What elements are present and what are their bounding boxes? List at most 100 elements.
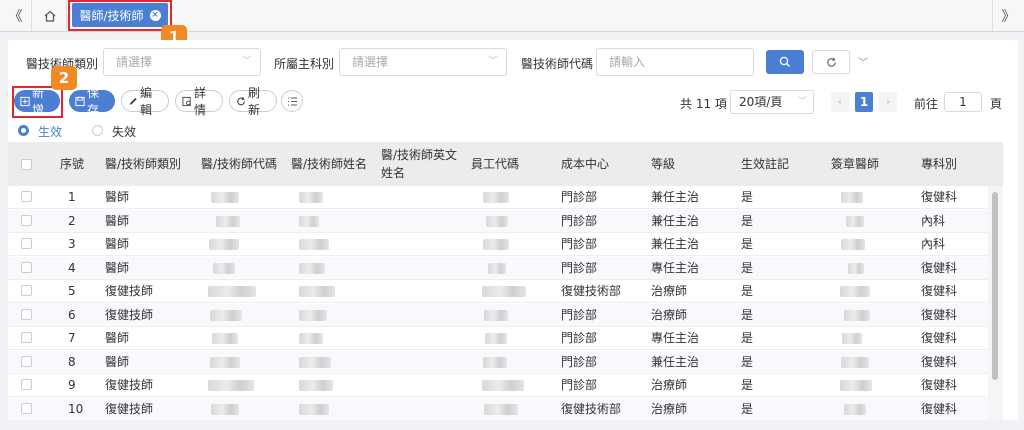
row-checkbox[interactable]	[21, 379, 32, 390]
cell-no: 5	[68, 284, 76, 298]
cell-spec: 復健科	[921, 307, 958, 322]
redacted-value	[486, 215, 508, 227]
redacted-value	[846, 215, 864, 227]
redacted-value	[841, 356, 869, 368]
search-button[interactable]	[766, 50, 804, 74]
dept-filter-placeholder: 請選擇	[352, 55, 389, 69]
cell-level: 兼任主治	[651, 190, 700, 204]
row-checkbox[interactable]	[21, 214, 32, 226]
page-size-select[interactable]: 20項/頁 ﹀	[730, 90, 814, 114]
save-button[interactable]: 保存	[69, 86, 115, 117]
cell-eff: 是	[741, 284, 754, 298]
table-scrollbar[interactable]	[988, 186, 1003, 420]
select-all-checkbox[interactable]	[21, 159, 32, 170]
cell-type: 醫師	[105, 213, 130, 228]
chevron-down-icon: ﹀	[242, 56, 252, 67]
radio-inactive[interactable]	[92, 125, 103, 136]
type-filter-select[interactable]: 請選擇 ﹀	[103, 48, 261, 76]
table-row[interactable]: 6 復健技師 門診部 治療師 是 復健科	[8, 303, 1003, 327]
reset-button[interactable]	[812, 50, 850, 74]
expand-filters-icon[interactable]: ﹀	[858, 54, 868, 69]
detail-button[interactable]: 詳情	[175, 86, 223, 117]
table-row[interactable]: 5 復健技師 復健技術部 治療師 是 復健科	[8, 280, 1003, 303]
radio-inactive-label[interactable]: 失效	[112, 123, 136, 140]
main-panel: 醫技術師類別 請選擇 ﹀ 所屬主科別 請選擇 ﹀ 醫技術師代碼 請輸入 ﹀ 新增…	[8, 40, 1018, 420]
cell-eff: 是	[741, 213, 754, 228]
cell-level: 兼任主治	[651, 237, 700, 251]
scroll-tabs-right-button[interactable]: 》	[992, 0, 1024, 31]
cell-level: 治療師	[651, 401, 688, 416]
redacted-value	[209, 239, 239, 250]
home-button[interactable]	[33, 0, 67, 31]
table-row[interactable]: 4 醫師 門診部 專任主治 是 復健科	[8, 256, 1003, 280]
redacted-value	[299, 192, 323, 203]
page-suffix: 頁	[990, 97, 1003, 111]
redacted-value	[841, 239, 865, 250]
table-row[interactable]: 10 復健技師 復健技術部 治療師 是 復健科	[8, 397, 1003, 420]
cell-no: 1	[68, 190, 76, 204]
row-checkbox[interactable]	[21, 355, 32, 367]
prev-page-button[interactable]: ‹	[831, 92, 849, 112]
cell-no: 9	[68, 378, 76, 392]
edit-button[interactable]: 編輯	[121, 86, 169, 117]
redacted-value	[299, 262, 325, 274]
redacted-value	[213, 262, 235, 274]
cell-no: 8	[68, 354, 76, 369]
table-row[interactable]: 8 醫師 門診部 兼任主治 是 復健科	[8, 350, 1003, 374]
cell-level: 專任主治	[651, 260, 700, 275]
radio-active-label[interactable]: 生效	[38, 123, 62, 140]
row-checkbox[interactable]	[21, 261, 32, 273]
row-checkbox[interactable]	[21, 285, 32, 296]
header-select-all[interactable]	[8, 142, 48, 186]
cell-cost: 復健技術部	[561, 401, 622, 416]
header-signing-doctor: 簽章醫師	[831, 157, 880, 171]
row-checkbox[interactable]	[21, 191, 32, 202]
code-filter-placeholder: 請輸入	[609, 55, 646, 69]
scroll-tabs-left-button[interactable]: 《	[0, 0, 32, 31]
cell-cost: 門診部	[561, 378, 598, 392]
redacted-value	[299, 309, 327, 321]
dept-filter-select[interactable]: 請選擇 ﹀	[339, 48, 507, 76]
table-row[interactable]: 2 醫師 門診部 兼任主治 是 內科	[8, 209, 1003, 233]
scrollbar-thumb[interactable]	[992, 192, 998, 380]
cell-eff: 是	[741, 237, 754, 251]
table-row[interactable]: 3 醫師 門診部 兼任主治 是 內科	[8, 233, 1003, 256]
redacted-value	[484, 403, 518, 415]
redacted-value	[299, 356, 331, 368]
redacted-value	[483, 356, 507, 368]
refresh-icon	[237, 96, 245, 105]
chevron-down-icon: ﹀	[797, 97, 807, 107]
refresh-icon	[826, 57, 836, 67]
table-row[interactable]: 1 醫師 門診部 兼任主治 是 復健科	[8, 186, 1003, 209]
code-filter-input[interactable]: 請輸入	[596, 48, 754, 76]
redacted-value	[483, 192, 509, 203]
refresh-button[interactable]: 刷新	[229, 86, 277, 117]
cell-cost: 門診部	[561, 354, 598, 369]
redacted-value	[212, 333, 238, 344]
pencil-icon	[129, 97, 137, 105]
cell-eff: 是	[741, 260, 754, 275]
bottom-gutter	[0, 420, 1024, 430]
page-number-current[interactable]: 1	[855, 92, 873, 112]
cell-type: 復健技師	[105, 378, 154, 392]
goto-page-input[interactable]: 1	[944, 92, 982, 112]
redacted-value	[299, 215, 319, 227]
row-checkbox[interactable]	[21, 238, 32, 249]
type-filter-placeholder: 請選擇	[116, 55, 153, 69]
cell-type: 醫師	[105, 260, 130, 275]
cell-no: 7	[68, 331, 76, 345]
next-page-button[interactable]: ›	[879, 92, 897, 112]
column-settings-button[interactable]	[281, 90, 303, 112]
row-checkbox[interactable]	[21, 332, 32, 343]
row-checkbox[interactable]	[21, 402, 32, 414]
row-checkbox[interactable]	[21, 308, 32, 320]
redacted-value	[844, 403, 866, 415]
table-row[interactable]: 9 復健技師 門診部 治療師 是 復健科	[8, 374, 1003, 397]
header-type: 醫/技術師類別	[105, 157, 182, 171]
chevron-down-icon: ﹀	[488, 56, 498, 67]
radio-active[interactable]	[18, 125, 29, 136]
redacted-value	[299, 286, 335, 297]
table-row[interactable]: 7 醫師 門診部 專任主治 是 復健科	[8, 327, 1003, 350]
redacted-value	[482, 286, 526, 297]
header-effective: 生效註記	[741, 157, 790, 171]
